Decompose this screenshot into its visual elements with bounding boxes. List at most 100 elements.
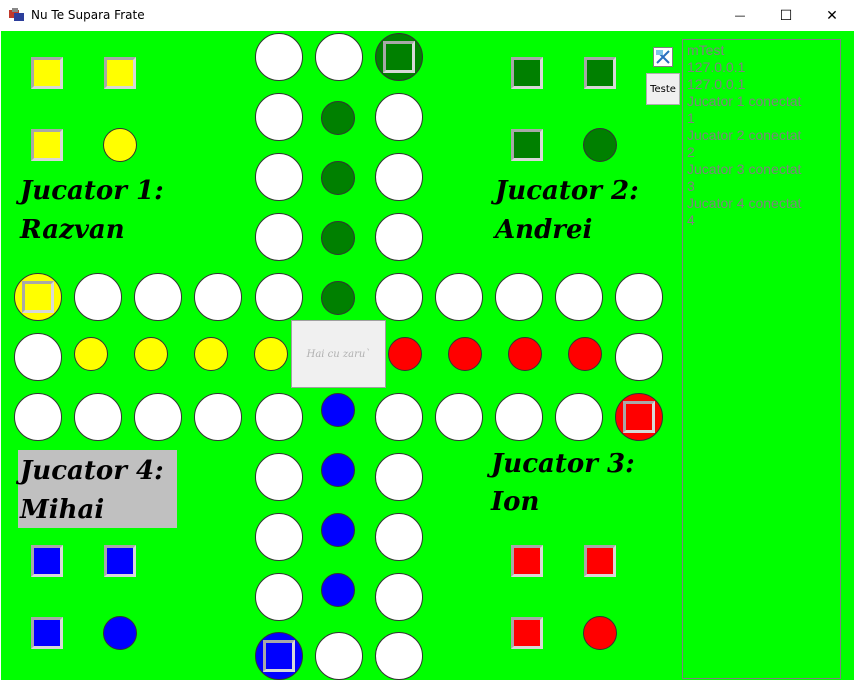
log-line: 2	[687, 144, 695, 160]
blue-goal-cell[interactable]	[321, 393, 355, 427]
maximize-icon: ☐	[779, 7, 793, 24]
yellow-goal-cell[interactable]	[74, 337, 108, 371]
red-piece[interactable]	[511, 545, 543, 577]
log-line: 127.0.0.1	[687, 76, 746, 92]
maximize-button[interactable]: ☐	[763, 0, 809, 31]
track-cell[interactable]	[74, 273, 122, 321]
player2-name: Andrei	[495, 215, 593, 245]
yellow-piece[interactable]	[104, 57, 136, 89]
blue-piece[interactable]	[104, 545, 136, 577]
track-cell[interactable]	[375, 213, 423, 261]
track-cell[interactable]	[375, 273, 423, 321]
track-cell[interactable]	[555, 273, 603, 321]
yellow-goal-cell[interactable]	[194, 337, 228, 371]
track-cell[interactable]	[134, 393, 182, 441]
game-board: Jucator 1: Razvan Jucator 2: Andrei Juca…	[1, 31, 854, 680]
track-cell[interactable]	[495, 393, 543, 441]
yellow-piece[interactable]	[22, 281, 54, 313]
track-cell[interactable]	[255, 33, 303, 81]
track-cell[interactable]	[375, 513, 423, 561]
track-cell[interactable]	[375, 93, 423, 141]
green-piece[interactable]	[511, 129, 543, 161]
red-goal-cell[interactable]	[448, 337, 482, 371]
track-cell[interactable]	[315, 632, 363, 680]
track-cell[interactable]	[375, 573, 423, 621]
red-goal-cell[interactable]	[508, 337, 542, 371]
red-piece[interactable]	[584, 545, 616, 577]
app-icon	[9, 8, 24, 21]
green-piece[interactable]	[383, 41, 415, 73]
green-goal-cell[interactable]	[321, 161, 355, 195]
track-cell[interactable]	[375, 632, 423, 680]
yellow-goal-cell[interactable]	[254, 337, 288, 371]
green-piece[interactable]	[584, 57, 616, 89]
title-bar[interactable]: Nu Te Supara Frate — ☐ ✕	[0, 0, 855, 31]
blue-goal-cell[interactable]	[321, 513, 355, 547]
log-line: Jucator 3 conectat	[687, 161, 802, 177]
track-cell[interactable]	[14, 333, 62, 381]
track-cell[interactable]	[615, 333, 663, 381]
red-home-slot	[583, 616, 617, 650]
log-line: 127.0.0.1	[687, 59, 746, 75]
log-line: 4	[687, 212, 695, 228]
connection-log[interactable]: mTest 127.0.0.1 127.0.0.1 Jucator 1 cone…	[682, 39, 841, 679]
track-cell[interactable]	[375, 153, 423, 201]
track-cell[interactable]	[375, 393, 423, 441]
track-cell[interactable]	[255, 573, 303, 621]
log-line: Jucator 4 conectat	[687, 195, 802, 211]
track-cell[interactable]	[134, 273, 182, 321]
red-piece[interactable]	[623, 401, 655, 433]
close-icon: ✕	[826, 7, 838, 24]
teste-button[interactable]: Teste	[646, 73, 680, 105]
roll-dice-label: Hai cu zaru`	[306, 348, 371, 360]
green-goal-cell[interactable]	[321, 221, 355, 255]
track-cell[interactable]	[435, 273, 483, 321]
track-cell[interactable]	[255, 93, 303, 141]
track-cell[interactable]	[255, 453, 303, 501]
log-line: 1	[687, 110, 695, 126]
player3-label: Jucator 3:	[491, 449, 635, 479]
green-goal-cell[interactable]	[321, 281, 355, 315]
blue-piece[interactable]	[263, 640, 295, 672]
track-cell[interactable]	[194, 273, 242, 321]
player2-label: Jucator 2:	[495, 176, 639, 206]
log-line: mTest	[687, 42, 725, 58]
track-cell[interactable]	[14, 393, 62, 441]
green-piece[interactable]	[511, 57, 543, 89]
minimize-button[interactable]: —	[717, 0, 763, 31]
track-cell[interactable]	[495, 273, 543, 321]
yellow-goal-cell[interactable]	[134, 337, 168, 371]
track-cell[interactable]	[315, 33, 363, 81]
minimize-icon: —	[734, 9, 746, 22]
close-button[interactable]: ✕	[809, 0, 855, 31]
log-line: Jucator 1 conectat	[687, 93, 802, 109]
blue-piece[interactable]	[31, 545, 63, 577]
blue-goal-cell[interactable]	[321, 453, 355, 487]
red-goal-cell[interactable]	[568, 337, 602, 371]
track-cell[interactable]	[255, 213, 303, 261]
image-icon[interactable]	[653, 47, 673, 67]
log-line: Jucator 2 conectat	[687, 127, 802, 143]
track-cell[interactable]	[435, 393, 483, 441]
track-cell[interactable]	[255, 393, 303, 441]
yellow-piece[interactable]	[31, 129, 63, 161]
track-cell[interactable]	[74, 393, 122, 441]
player1-label: Jucator 1:	[20, 176, 164, 206]
blue-goal-cell[interactable]	[321, 573, 355, 607]
red-goal-cell[interactable]	[388, 337, 422, 371]
blue-home-slot	[103, 616, 137, 650]
log-line: 3	[687, 178, 695, 194]
roll-dice-button[interactable]: Hai cu zaru`	[291, 320, 386, 388]
red-piece[interactable]	[511, 617, 543, 649]
track-cell[interactable]	[255, 513, 303, 561]
track-cell[interactable]	[255, 153, 303, 201]
track-cell[interactable]	[555, 393, 603, 441]
yellow-piece[interactable]	[31, 57, 63, 89]
blue-piece[interactable]	[31, 617, 63, 649]
player4-label: Jucator 4:	[20, 456, 164, 486]
track-cell[interactable]	[615, 273, 663, 321]
track-cell[interactable]	[255, 273, 303, 321]
track-cell[interactable]	[375, 453, 423, 501]
track-cell[interactable]	[194, 393, 242, 441]
green-goal-cell[interactable]	[321, 101, 355, 135]
